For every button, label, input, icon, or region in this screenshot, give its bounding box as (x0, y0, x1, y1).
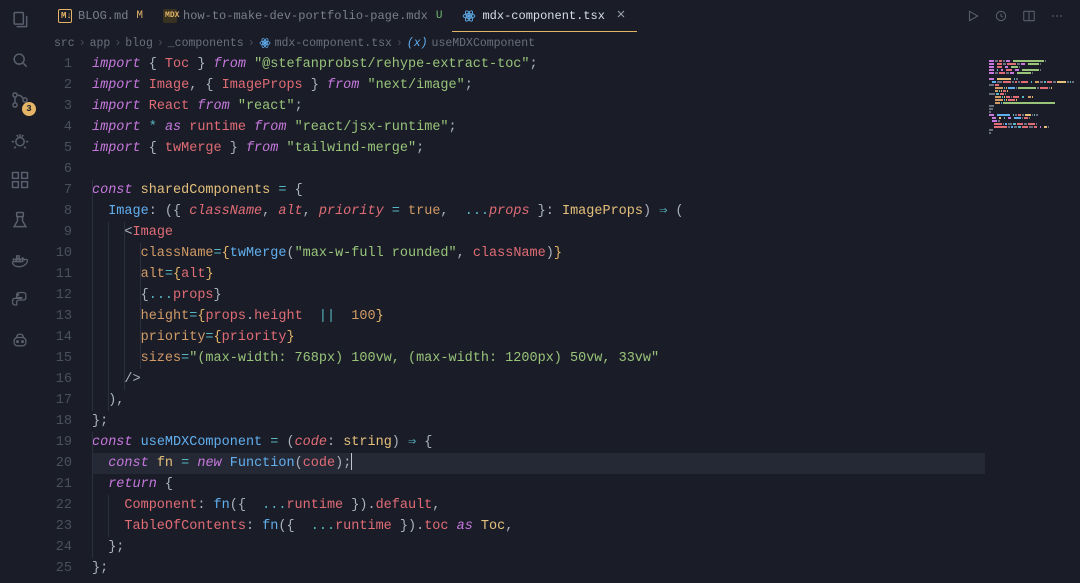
more-icon[interactable] (1050, 9, 1064, 23)
breadcrumb-item[interactable]: src (54, 37, 75, 50)
tab-bar: M↓ BLOG.md M MDX how-to-make-dev-portfol… (40, 0, 1080, 32)
debug-icon[interactable] (8, 128, 32, 152)
breadcrumb-symbol[interactable]: (x) useMDXComponent (407, 37, 535, 50)
minimap[interactable] (985, 54, 1080, 583)
breadcrumb-item[interactable]: app (90, 37, 111, 50)
docker-icon[interactable] (8, 248, 32, 272)
tab-label: BLOG.md (78, 9, 128, 23)
tab-mdx-component[interactable]: mdx-component.tsx (452, 0, 636, 32)
breadcrumb-file[interactable]: mdx-component.tsx (259, 37, 392, 50)
history-icon[interactable] (994, 9, 1008, 23)
line-number-gutter: 1234567891011121314151617181920212223242… (40, 54, 92, 583)
breadcrumbs[interactable]: src› app› blog› _components› mdx-compone… (40, 32, 1080, 54)
untracked-indicator: U (436, 10, 443, 22)
testing-icon[interactable] (8, 208, 32, 232)
files-icon[interactable] (8, 8, 32, 32)
mdx-icon: MDX (163, 9, 177, 23)
activity-bar: 3 (0, 0, 40, 583)
breadcrumb-item[interactable]: blog (125, 37, 153, 50)
tab-mdx-file[interactable]: MDX how-to-make-dev-portfolio-page.mdx U (153, 0, 452, 32)
code-editor[interactable]: 1234567891011121314151617181920212223242… (40, 54, 985, 583)
variable-icon: (x) (407, 37, 428, 50)
tab-blog-md[interactable]: M↓ BLOG.md M (48, 0, 153, 32)
modified-indicator: M (136, 10, 143, 22)
extensions-icon[interactable] (8, 168, 32, 192)
close-icon[interactable] (615, 8, 627, 24)
run-icon[interactable] (966, 9, 980, 23)
split-editor-icon[interactable] (1022, 9, 1036, 23)
source-control-icon[interactable]: 3 (8, 88, 32, 112)
react-ts-icon (259, 37, 271, 49)
react-ts-icon (462, 9, 476, 23)
source-control-badge: 3 (22, 102, 36, 116)
breadcrumb-item[interactable]: _components (168, 37, 244, 50)
tab-label: how-to-make-dev-portfolio-page.mdx (183, 9, 428, 23)
search-icon[interactable] (8, 48, 32, 72)
editor-actions (966, 0, 1080, 32)
tab-label: mdx-component.tsx (482, 9, 604, 23)
python-icon[interactable] (8, 288, 32, 312)
code-content[interactable]: import { Toc } from "@stefanprobst/rehyp… (92, 54, 985, 583)
copilot-icon[interactable] (8, 328, 32, 352)
markdown-icon: M↓ (58, 9, 72, 23)
